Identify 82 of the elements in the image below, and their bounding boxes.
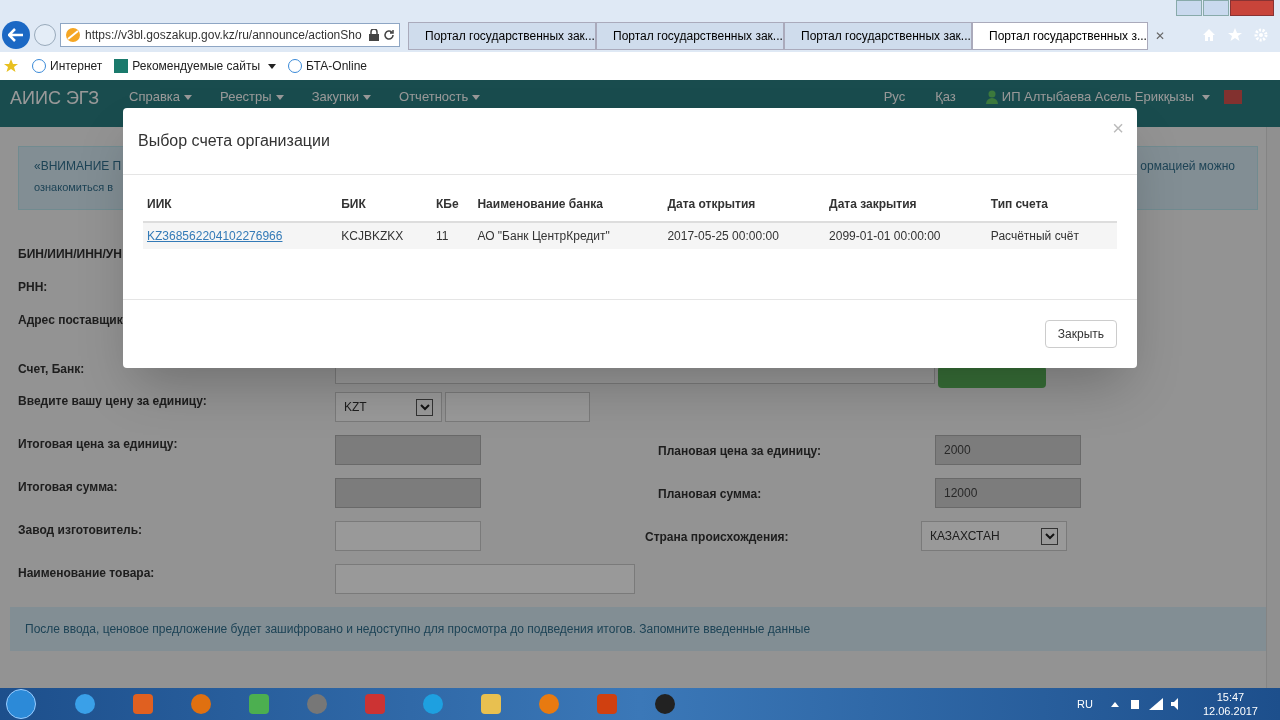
- form-label: Счет, Банк:: [18, 361, 86, 378]
- nav-menu-item[interactable]: Закупки: [311, 90, 372, 104]
- notice-text: ознакомиться в: [34, 180, 115, 195]
- table-cell: 2017-05-25 00:00:00: [663, 222, 826, 249]
- table-cell: KCJBKZKX: [337, 222, 432, 249]
- language-link[interactable]: Қаз: [935, 90, 956, 104]
- start-button[interactable]: [6, 689, 36, 719]
- form-label: Итоговая сумма:: [18, 479, 119, 496]
- address-bar[interactable]: https://v3bl.goszakup.gov.kz/ru/announce/actionSho: [60, 23, 400, 47]
- minimize-button[interactable]: [1176, 0, 1202, 16]
- table-cell: 11: [432, 222, 474, 249]
- caret-icon: [363, 94, 372, 100]
- form-label: Страна происхождения:: [645, 529, 790, 546]
- back-arrow-icon: [8, 28, 24, 42]
- notification-icon[interactable]: [1224, 90, 1242, 104]
- table-cell: Расчётный счёт: [986, 222, 1117, 249]
- column-header: ИИК: [143, 195, 338, 222]
- form-label: Введите вашу цену за единицу:: [18, 393, 208, 410]
- column-header: Дата закрытия: [825, 195, 987, 222]
- star-icon[interactable]: [1228, 28, 1242, 42]
- favorite-link[interactable]: БТА-Online: [288, 57, 367, 75]
- favorite-link[interactable]: Рекомендуемые сайты: [114, 57, 277, 75]
- browser-tab[interactable]: Портал государственных зак...: [596, 22, 784, 50]
- dropdown-icon: [416, 398, 433, 416]
- favorites-star-icon[interactable]: [4, 59, 20, 73]
- column-header: Наименование банка: [473, 195, 664, 222]
- settings-icon[interactable]: [1254, 28, 1268, 42]
- user-icon: [985, 90, 998, 104]
- browser-tab[interactable]: Портал государственных зак...: [408, 22, 596, 50]
- column-header: БИК: [337, 195, 432, 222]
- form-label: Наименование товара:: [18, 565, 156, 582]
- form-label: БИН/ИИН/ИНН/УН: [18, 246, 123, 263]
- lock-icon: [369, 29, 379, 41]
- form-label: Плановая цена за единицу:: [658, 443, 823, 460]
- select-account-button[interactable]: [938, 366, 1046, 388]
- table-cell: 2099-01-01 00:00:00: [825, 222, 987, 249]
- site-brand[interactable]: АИИС ЭГЗ: [10, 88, 100, 108]
- clock[interactable]: 15:47 12.06.2017: [1202, 690, 1258, 718]
- caret-icon: [184, 94, 193, 100]
- tray-expand-icon[interactable]: [1110, 701, 1119, 707]
- caret-icon: [1202, 94, 1210, 100]
- language-indicator[interactable]: RU: [1077, 695, 1093, 713]
- maximize-button[interactable]: [1203, 0, 1229, 16]
- input-field[interactable]: [445, 392, 590, 422]
- notice-text: «ВНИМАНИЕ П: [34, 158, 122, 175]
- favorite-link[interactable]: Интернет: [32, 57, 103, 75]
- nav-menu-item[interactable]: Справка: [129, 90, 193, 104]
- close-button[interactable]: [1230, 0, 1274, 16]
- column-header: Дата открытия: [663, 195, 826, 222]
- table-cell: АО "Банк ЦентрКредит": [473, 222, 664, 249]
- select-field[interactable]: КАЗАХСТАН: [921, 521, 1067, 551]
- site-icon: [65, 27, 81, 43]
- notice-text: ормацией можно: [1140, 158, 1235, 175]
- input-field[interactable]: [335, 521, 481, 551]
- select-field[interactable]: KZT: [335, 392, 442, 422]
- form-label: РНН:: [18, 279, 49, 296]
- caret-icon: [275, 94, 284, 100]
- signal-icon[interactable]: [1148, 698, 1163, 710]
- browser-tab[interactable]: Портал государственных зак...: [784, 22, 972, 50]
- caret-icon: [268, 63, 277, 69]
- refresh-icon[interactable]: [383, 29, 395, 41]
- close-dialog-button[interactable]: Закрыть: [1044, 320, 1117, 348]
- nav-menu-item[interactable]: Реестры: [220, 90, 284, 104]
- form-label: Завод изготовитель:: [18, 522, 144, 539]
- account-link[interactable]: KZ368562204102276966: [143, 222, 338, 249]
- language-link[interactable]: Рус: [883, 90, 906, 104]
- input-field[interactable]: [335, 564, 635, 594]
- user-menu[interactable]: ИП Алтыбаева Асель Ерикқызы: [985, 90, 1210, 104]
- info-text: После ввода, ценовое предложение будет зашифровано и недоступно для просмотра до подведения итогов. Запомните введенные данные: [25, 621, 811, 638]
- form-label: Адрес поставщик: [18, 312, 124, 329]
- form-label: Итоговая цена за единицу:: [18, 436, 179, 453]
- close-tab-icon[interactable]: ✕: [1154, 27, 1165, 45]
- dropdown-icon: [1041, 527, 1058, 545]
- column-header: Тип счета: [986, 195, 1117, 222]
- caret-icon: [472, 94, 481, 100]
- form-label: Плановая сумма:: [658, 486, 763, 503]
- home-icon[interactable]: [1202, 28, 1216, 42]
- nav-menu-item[interactable]: Отчетность: [399, 90, 481, 104]
- column-header: КБе: [432, 195, 474, 222]
- forward-button[interactable]: [34, 24, 56, 46]
- back-button[interactable]: [2, 21, 30, 49]
- modal-title: Выбор счета организации: [138, 131, 330, 151]
